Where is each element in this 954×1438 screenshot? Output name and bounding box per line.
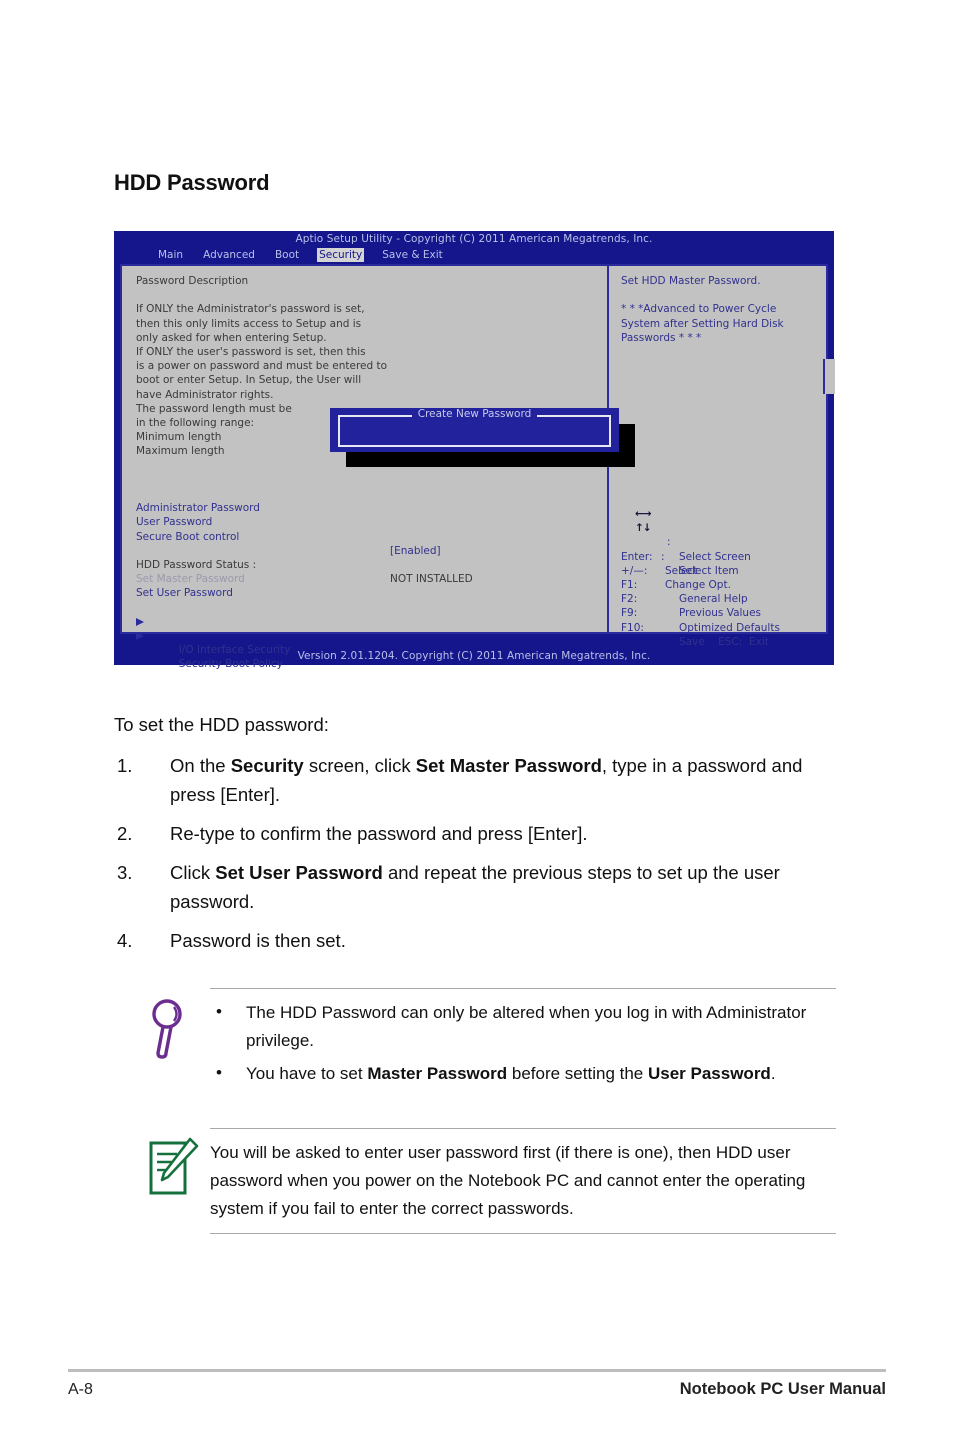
description-line: If ONLY the Administrator's password is … [136, 303, 365, 316]
bios-item-secure-boot-control[interactable]: Secure Boot control [Enabled] [136, 515, 607, 557]
bios-item-user-password[interactable]: User Password [136, 501, 607, 528]
bios-edge-artifact [823, 359, 835, 394]
bios-key-previous-values: F2: Previous Values [621, 578, 826, 619]
bios-menu-bar: Main Advanced Boot Security Save & Exit [114, 248, 834, 262]
bios-help-note-line: Passwords * * * [621, 331, 702, 344]
description-line: boot or enter Setup. In Setup, the User … [136, 374, 362, 387]
bullet-dot: • [216, 1063, 222, 1082]
magnifier-icon [144, 997, 200, 1059]
up-down-arrow-icon: ↑↓ [635, 522, 652, 535]
footer-page-number: A-8 [68, 1381, 93, 1398]
instructions-block: To set the HDD password: 1. On the Secur… [114, 710, 834, 965]
bios-item-set-user-password[interactable]: Set User Password [136, 586, 607, 600]
instruction-step: 1. On the Security screen, click Set Mas… [114, 751, 834, 809]
instructions-intro: To set the HDD password: [114, 714, 329, 735]
footer-manual-title: Notebook PC User Manual [679, 1380, 886, 1398]
note-callout-box: You will be asked to enter user password… [136, 1128, 836, 1234]
tip-bullet-text: You have to set Master Password before s… [246, 1064, 776, 1083]
bios-key-change-opt: +/—: Change Opt. [621, 550, 826, 591]
triangle-right-icon [136, 631, 144, 640]
step-number: 3. [117, 862, 133, 883]
step-text: Click Set User Password and repeat the p… [170, 862, 780, 912]
instruction-step: 3. Click Set User Password and repeat th… [114, 858, 834, 916]
description-line: is a power on password and must be enter… [136, 360, 388, 373]
footer-divider [68, 1369, 886, 1372]
step-text: On the Security screen, click Set Master… [170, 755, 803, 805]
hdd-password-status-label: HDD Password Status : [136, 558, 257, 571]
tip-content: • The HDD Password can only be altered w… [136, 989, 836, 1098]
note-content: You will be asked to enter user password… [136, 1129, 836, 1233]
bullet-dot: • [216, 1002, 222, 1021]
bios-key-enter-select: Enter: Select [621, 535, 826, 577]
divider [210, 1233, 836, 1234]
bios-menu-boot[interactable]: Boot [273, 248, 301, 262]
bios-screenshot: Aptio Setup Utility - Copyright (C) 2011… [114, 231, 835, 670]
bios-menu-save-exit[interactable]: Save & Exit [380, 248, 445, 262]
bios-key-action: Optimized Defaults [679, 621, 780, 634]
bios-key-action: Save ESC: Exit [679, 635, 769, 648]
bios-help-note-line: System after Setting Hard Disk [621, 317, 784, 330]
description-line: only asked for when entering Setup. [136, 331, 327, 344]
instruction-step: 2. Re-type to confirm the password and p… [114, 819, 834, 848]
bios-key-label: F10: [621, 621, 644, 634]
page-title: HDD Password [114, 170, 270, 195]
tip-bullet: • The HDD Password can only be altered w… [210, 999, 836, 1055]
hdd-password-status-row: HDD Password Status : NOT INSTALLED [136, 544, 607, 585]
tip-bullet-text: The HDD Password can only be altered whe… [246, 1003, 807, 1050]
create-new-password-dialog[interactable]: Create New Password [330, 408, 619, 452]
bios-version-line: Version 2.01.1204. Copyright (C) 2011 Am… [297, 650, 651, 662]
bios-submenu-io-interface-security[interactable]: I/O Interface Security [136, 615, 607, 656]
notepad-pencil-icon [144, 1137, 200, 1199]
bios-help-note-line: * * *Advanced to Power Cycle [621, 303, 777, 316]
dialog-title-text: Create New Password [411, 408, 538, 420]
instruction-step: 4. Password is then set. [114, 926, 834, 955]
bios-menu-advanced[interactable]: Advanced [201, 248, 257, 262]
step-text: Re-type to confirm the password and pres… [170, 823, 588, 844]
step-number: 2. [117, 823, 133, 844]
step-text: Password is then set. [170, 930, 346, 951]
hdd-password-status-value: NOT INSTALLED [390, 573, 473, 586]
bios-key-save-exit: F10: Save ESC: Exit [621, 606, 826, 648]
triangle-right-icon [136, 617, 144, 626]
bios-menu-security[interactable]: Security [317, 248, 365, 262]
step-number: 1. [117, 755, 133, 776]
bios-key-select-item: ↑↓ : Select Item [621, 521, 826, 577]
bios-key-optimized-defaults: F9: Optimized Defaults [621, 592, 826, 633]
password-description-title: Password Description [136, 275, 249, 287]
bios-key-select-screen: ←→ : Select Screen [621, 507, 826, 563]
tip-callout-box: • The HDD Password can only be altered w… [136, 988, 836, 1098]
bios-item-administrator-password[interactable]: Administrator Password [136, 487, 607, 514]
bios-key-general-help: F1: General Help [621, 564, 826, 605]
bios-item-label: Secure Boot control [136, 530, 240, 543]
bios-help-title: Set HDD Master Password. [621, 275, 761, 287]
left-right-arrow-icon: ←→ [635, 508, 652, 520]
description-line: have Administrator rights. [136, 388, 274, 401]
note-text: You will be asked to enter user password… [210, 1143, 806, 1218]
tip-bullet: • You have to set Master Password before… [210, 1060, 836, 1088]
bios-right-panel: Set HDD Master Password. * * *Advanced t… [609, 266, 826, 648]
description-line: then this only limits access to Setup an… [136, 317, 362, 330]
bios-menu-main[interactable]: Main [156, 248, 185, 262]
bios-submenu-security-boot-policy[interactable]: Security Boot Policy [136, 629, 607, 670]
dialog-title: Create New Password [330, 408, 619, 421]
description-line: If ONLY the user's password is set, then… [136, 346, 366, 358]
bios-title: Aptio Setup Utility - Copyright (C) 2011… [295, 233, 653, 245]
bios-item-set-master-password[interactable]: Set Master Password [136, 572, 607, 586]
step-number: 4. [117, 930, 133, 951]
